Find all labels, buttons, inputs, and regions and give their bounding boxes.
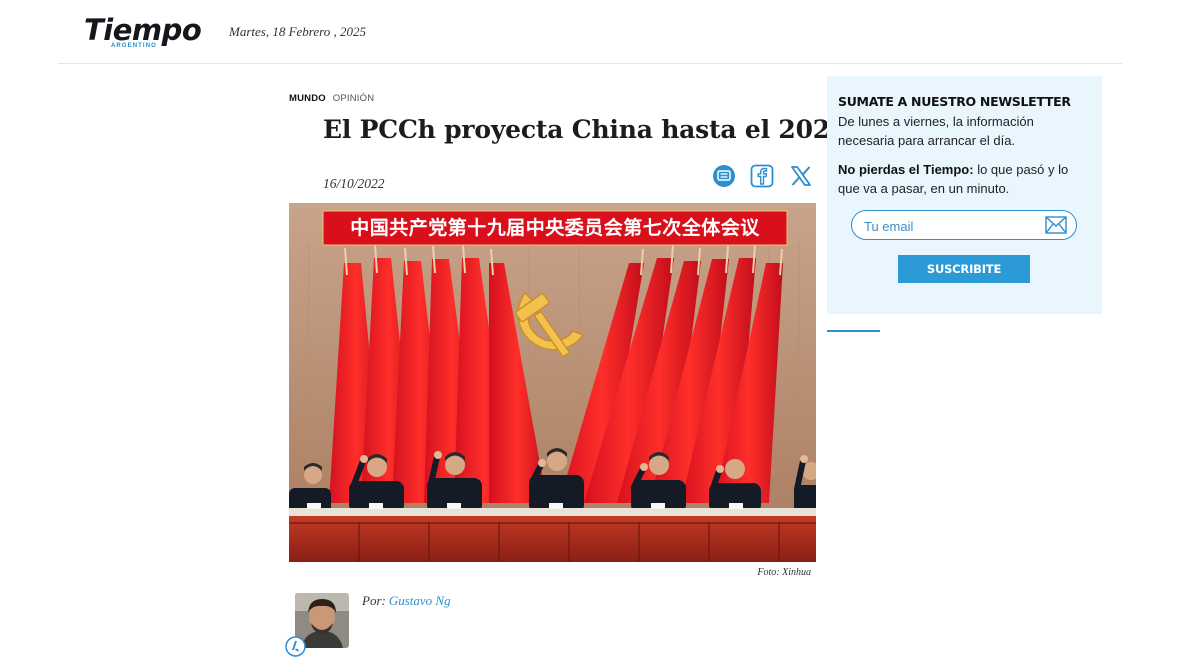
breadcrumb-section-link[interactable]: MUNDO bbox=[289, 93, 326, 104]
newsletter-highlight: No pierdas el Tiempo: bbox=[838, 162, 974, 177]
newsletter-email-input[interactable] bbox=[862, 214, 1036, 238]
photo-caption: Foto: Xinhua bbox=[757, 567, 811, 578]
site-logo[interactable]: Tiempo ARGENTINO bbox=[84, 12, 202, 52]
newsletter-box: SUMATE A NUESTRO NEWSLETTER De lunes a v… bbox=[827, 76, 1102, 314]
facebook-icon[interactable] bbox=[750, 164, 774, 188]
site-header: Tiempo ARGENTINO Martes, 18 Febrero , 20… bbox=[0, 0, 1190, 64]
article-title: El PCCh proyecta China hasta el 2028 bbox=[323, 115, 848, 144]
logo-subtitle: ARGENTINO bbox=[111, 43, 157, 49]
comments-icon[interactable] bbox=[712, 164, 736, 188]
publish-date: 16/10/2022 bbox=[323, 176, 385, 191]
author-name-link[interactable]: Gustavo Ng bbox=[389, 593, 451, 608]
breadcrumb: MUNDO OPINIÓN bbox=[289, 93, 374, 104]
x-icon[interactable] bbox=[789, 164, 813, 188]
header-divider bbox=[58, 63, 1122, 64]
newsletter-title: SUMATE A NUESTRO NEWSLETTER bbox=[838, 94, 1071, 109]
newsletter-email-wrapper bbox=[851, 210, 1077, 240]
author-prefix: Por: bbox=[362, 593, 386, 608]
breadcrumb-category-link[interactable]: OPINIÓN bbox=[333, 93, 375, 104]
newsletter-highlight-text: No pierdas el Tiempo: lo que pasó y lo q… bbox=[838, 160, 1088, 198]
sidebar-divider bbox=[827, 330, 880, 332]
article-photo-illustration bbox=[289, 203, 816, 562]
author-badge-icon bbox=[285, 636, 306, 657]
photo-banner-text: 中国共产党第十九届中央委员会第七次全体会议 bbox=[350, 217, 760, 239]
envelope-icon bbox=[1045, 216, 1067, 234]
current-date: Martes, 18 Febrero , 2025 bbox=[229, 24, 366, 39]
article-photo: 中国共产党第十九届中央委员会第七次全体会议 bbox=[289, 203, 816, 562]
subscribe-button[interactable]: SUSCRIBITE bbox=[898, 255, 1030, 283]
author-byline: Por: Gustavo Ng bbox=[362, 593, 451, 609]
newsletter-description: De lunes a viernes, la información neces… bbox=[838, 114, 1034, 148]
author-box: Por: Gustavo Ng bbox=[285, 592, 545, 657]
